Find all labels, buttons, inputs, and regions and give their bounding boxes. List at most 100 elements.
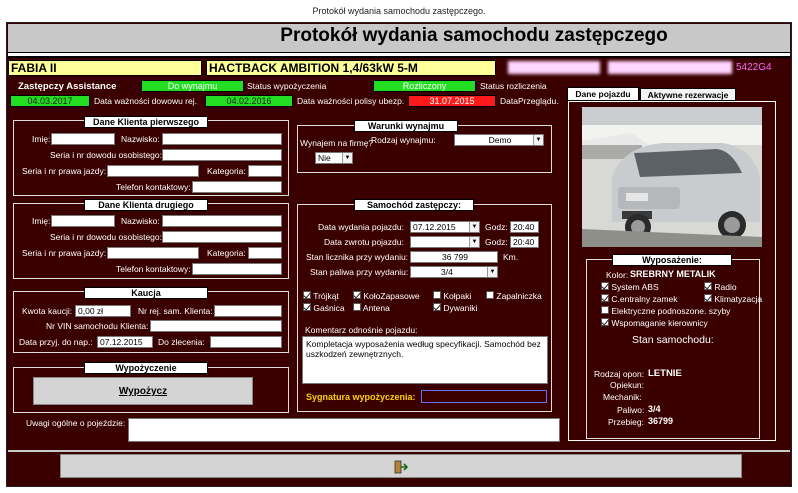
client1-last-name-input[interactable] xyxy=(162,133,282,145)
lighter-checkbox[interactable] xyxy=(486,291,494,299)
tab-vehicle-data[interactable]: Dane pojazdu xyxy=(567,87,639,101)
return-date-input[interactable]: ▼ xyxy=(410,236,480,248)
chevron-down-icon: ▼ xyxy=(342,153,352,163)
triangle-checkbox[interactable] xyxy=(303,291,311,299)
tab-active-reservations[interactable]: Aktywne rezerwacje xyxy=(640,88,736,101)
color-label: Kolor: xyxy=(606,270,629,280)
client2-last-name-input[interactable] xyxy=(162,215,282,227)
rental-status-badge: Do wynajmu xyxy=(141,80,244,92)
rent-button[interactable]: Wypożycz xyxy=(33,377,253,405)
deposit-amount-label: Kwota kaucji: xyxy=(22,306,73,316)
issue-date-input[interactable]: 07.12.2015 ▼ xyxy=(410,221,480,233)
client2-category-input[interactable] xyxy=(248,247,282,259)
issue-date-value: 07.12.2015 xyxy=(413,222,456,232)
mats-checkbox[interactable] xyxy=(433,303,441,311)
client2-phone-input[interactable] xyxy=(192,263,282,275)
fuel-select[interactable]: 3/4 ▼ xyxy=(410,266,498,278)
issue-time-label: Godz: xyxy=(485,222,508,232)
assistance-label: Zastępczy Assistance xyxy=(18,81,117,92)
antenna-checkbox[interactable] xyxy=(353,303,361,311)
equipment-triangle[interactable]: Trójkąt xyxy=(303,291,339,301)
exit-button[interactable] xyxy=(60,454,742,478)
feature-abs: System ABS xyxy=(601,282,659,292)
client2-phone-label: Telefon kontaktowy: xyxy=(116,264,191,274)
abs-checkbox[interactable] xyxy=(601,282,609,290)
notes-input[interactable] xyxy=(128,418,560,442)
redacted-field xyxy=(608,61,732,74)
client1-first-name-label: Imię: xyxy=(32,134,51,144)
feature-radio: Radio xyxy=(704,282,737,292)
spare-wheel-checkbox[interactable] xyxy=(353,291,361,299)
odometer-label: Stan licznika przy wydaniu: xyxy=(306,252,409,262)
deposit-vin-input[interactable] xyxy=(150,320,282,332)
hubcaps-checkbox[interactable] xyxy=(433,291,441,299)
equipment-label: Dywaniki xyxy=(443,303,478,313)
guardian-label: Opiekun: xyxy=(610,380,645,390)
window-title: Protokół wydania samochodu zastępczego. xyxy=(0,0,798,22)
equipment-label: Gaśnica xyxy=(313,303,345,313)
vehicle-model: FABIA II xyxy=(8,60,202,76)
issue-time-input[interactable]: 20:40 xyxy=(510,221,539,233)
equipment-hubcaps[interactable]: Kołpaki xyxy=(433,291,471,301)
equipment-mats[interactable]: Dywaniki xyxy=(433,303,477,313)
client1-category-input[interactable] xyxy=(248,165,282,177)
client1-id-card-input[interactable] xyxy=(162,149,282,161)
client1-license-label: Seria i nr prawa jazdy: xyxy=(22,166,107,176)
tires-label: Rodzaj opon: xyxy=(594,369,645,379)
vehicle-photo xyxy=(582,107,762,247)
settlement-status-badge: Rozliczony xyxy=(373,80,476,92)
rental-type-select[interactable]: Demo ▼ xyxy=(454,134,544,146)
signature-input[interactable] xyxy=(421,390,547,403)
equipment-lighter[interactable]: Zapalniczka xyxy=(486,291,542,301)
deposit-order-input[interactable] xyxy=(210,336,282,348)
bottom-divider xyxy=(8,450,790,452)
feature-label: C.entralny zamek xyxy=(611,294,678,304)
extinguisher-checkbox[interactable] xyxy=(303,303,311,311)
central-lock-checkbox[interactable] xyxy=(601,294,609,302)
equipment-antenna[interactable]: Antena xyxy=(353,303,390,313)
mechanic-label: Mechanik: xyxy=(603,392,642,402)
client1-license-input[interactable] xyxy=(107,165,199,177)
feature-label: Klimatyzacja xyxy=(714,294,763,304)
inspection-label: DataPrzeglądu. xyxy=(500,96,559,106)
page-title: Protokół wydania samochodu zastępczego xyxy=(280,25,668,46)
deposit-date-input[interactable]: 07.12.2015 xyxy=(97,336,153,348)
feature-label: Radio xyxy=(714,282,737,292)
conditions-title: Warunki wynajmu xyxy=(354,120,458,132)
return-time-input[interactable]: 20:40 xyxy=(510,236,539,248)
odometer-unit: Km. xyxy=(503,252,519,262)
client2-id-card-input[interactable] xyxy=(162,231,282,243)
ac-checkbox[interactable] xyxy=(704,294,712,302)
deposit-date-label: Data przyj. do nap.: xyxy=(19,337,93,347)
chevron-down-icon: ▼ xyxy=(469,237,479,247)
deposit-reg-input[interactable] xyxy=(214,305,282,317)
conditions-group xyxy=(297,125,552,173)
firm-rental-select[interactable]: Nie ▼ xyxy=(315,152,353,164)
client2-first-name-input[interactable] xyxy=(51,215,115,227)
deposit-amount-input[interactable]: 0,00 zł xyxy=(75,305,131,317)
client1-id-card-label: Seria i nr dowodu osobistego: xyxy=(50,150,162,160)
color-value: SREBRNY METALIK xyxy=(630,269,716,279)
rental-type-value: Demo xyxy=(488,135,512,145)
client1-first-name-input[interactable] xyxy=(51,133,115,145)
policy-expiry-label: Data ważności polisy ubezp. xyxy=(297,96,405,106)
settlement-status-label: Status rozliczenia xyxy=(480,81,547,91)
deposit-order-label: Do zlecenia: xyxy=(158,337,205,347)
redacted-field xyxy=(508,61,600,74)
power-steering-checkbox[interactable] xyxy=(601,318,609,326)
equipment-spare-wheel[interactable]: KołoZapasowe xyxy=(353,291,420,301)
feature-ac: Klimatyzacja xyxy=(704,294,762,304)
firm-rental-label: Wynajem na firmę? xyxy=(300,138,374,148)
windows-checkbox[interactable] xyxy=(601,306,609,314)
odometer-input[interactable]: 36 799 xyxy=(410,251,498,263)
radio-checkbox[interactable] xyxy=(704,282,712,290)
comment-textarea[interactable]: Kompletacja wyposażenia według specyfika… xyxy=(302,336,548,384)
comment-label: Komentarz odnośnie pojazdu: xyxy=(305,325,418,335)
client1-phone-input[interactable] xyxy=(192,181,282,193)
exit-door-icon xyxy=(394,460,409,474)
rental-title: Wypożyczenie xyxy=(84,362,208,374)
equipment-extinguisher[interactable]: Gaśnica xyxy=(303,303,345,313)
client2-license-input[interactable] xyxy=(107,247,199,259)
deposit-reg-label: Nr rej. sam. Klienta: xyxy=(138,306,213,316)
deposit-vin-label: Nr VIN samochodu Klienta: xyxy=(46,321,149,331)
